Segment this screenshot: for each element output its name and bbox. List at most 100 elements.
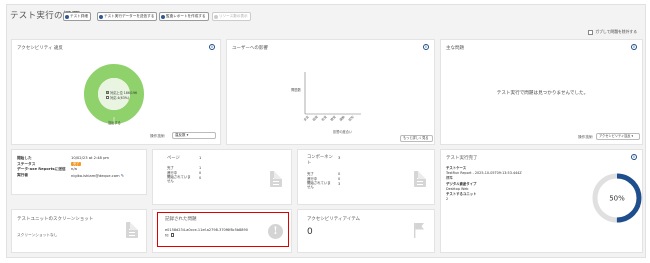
doc-line xyxy=(273,184,279,185)
show-resources-label: リソース数の表示 xyxy=(219,14,248,18)
create-audit-report-label: 監査レポートを作成する xyxy=(166,14,206,18)
send-icon xyxy=(99,14,103,19)
doc-line xyxy=(129,232,135,233)
asset-type-key: デジタル資産タイプ xyxy=(446,181,477,186)
flag-pole xyxy=(414,223,416,238)
pages-card: ページ 1 完了 進行中 開始されていません 1 0 0 xyxy=(152,149,292,205)
legend-swatch xyxy=(106,91,109,94)
doc-line xyxy=(417,178,423,179)
units-key: テストするユニット xyxy=(446,192,477,197)
card-title: アクセシビリティ 違反 xyxy=(17,46,63,51)
units-value: 2 xyxy=(446,197,449,202)
x-tick-label: 弱視 xyxy=(311,114,319,122)
sent-to-axe-key: データ-axe Reportsに送信 xyxy=(17,167,66,171)
components-breakdown-values: 0 0 3 xyxy=(338,172,340,188)
info-icon[interactable]: i xyxy=(631,154,637,160)
progress-ring-chart: 50% xyxy=(592,173,642,223)
run-by-value: nigiko.ishiam@deque.com xyxy=(71,173,120,178)
testcase-key: テストケース xyxy=(446,166,467,170)
info-icon[interactable]: i xyxy=(631,44,637,50)
components-title: コンポーネント xyxy=(307,155,333,166)
run-by-key: 実行者 xyxy=(17,172,29,177)
show-resources-button[interactable]: リソース数の表示 xyxy=(212,12,251,21)
no-issues-message: テスト実行で問題は見つかりませんでした。 xyxy=(496,91,589,96)
legend-swatch xyxy=(106,95,109,99)
accessibility-violations-card: アクセシビリティ 違反 i 対応上位 186/196 対応 4(63%) 違反す… xyxy=(11,39,221,145)
info-icon xyxy=(65,14,69,19)
legend-text: 対応上位 186/196 xyxy=(110,91,138,95)
x-tick-label: 全盲 xyxy=(302,114,310,122)
card-title: テスト実行完了 xyxy=(446,156,478,161)
screenshots-card: テストユニットのスクリーンショット スクリーンショットなし xyxy=(11,209,147,253)
show-more-button[interactable]: もっと詳しく見る xyxy=(400,135,433,142)
page-document-icon xyxy=(270,171,282,187)
send-test-data-button[interactable]: テスト実行データーを送信する xyxy=(97,12,158,21)
component-document-icon xyxy=(414,171,426,187)
doc-line xyxy=(273,178,279,179)
legend-text: 対応 4(63%) xyxy=(110,95,130,100)
x-tick-label: 聴覚 xyxy=(329,114,337,122)
sort-label: 操作技術 xyxy=(578,135,593,139)
not-started-value: 0 xyxy=(199,176,202,181)
x-tick-label: 運動 xyxy=(338,114,346,122)
x-axis-label: 影響の度合い xyxy=(333,130,353,134)
card-title: テストユニットのスクリーンショット xyxy=(17,217,94,222)
exclude-issues-checkbox[interactable] xyxy=(588,29,594,35)
send-test-data-label: テスト実行データーを送信する xyxy=(104,14,155,18)
not-started-label: 開始されていません xyxy=(167,175,191,184)
progress-percent-text: 50% xyxy=(609,195,625,203)
x-tick-label: 色覚 xyxy=(320,114,328,122)
test-progress-card: テスト実行完了 i テストケース TestRun Report - 2025-1… xyxy=(440,149,643,253)
testcase-value: TestRun Report - 2025-10-05T09:13:53.444… xyxy=(446,171,522,176)
test-details-button[interactable]: テスト詳細 xyxy=(63,12,91,21)
test-run-overview-page: テスト実行の概要 テスト詳細 テスト実行データーを送信する 監査レポートを作成す… xyxy=(6,4,646,258)
pages-breakdown-labels: 完了 進行中 開始されていません xyxy=(167,166,193,184)
doc-line xyxy=(129,229,135,230)
flag-icon xyxy=(414,223,424,238)
pages-title: ページ xyxy=(167,156,180,161)
sort-select[interactable]: 違反数 ▾ xyxy=(172,132,216,139)
started-key: 開始した xyxy=(17,156,32,160)
info-icon[interactable]: i xyxy=(423,44,429,50)
exclude-issues-label: ガブして問題を除外する xyxy=(595,29,637,34)
card-title: 主な問題 xyxy=(446,46,464,51)
components-breakdown-labels: 完了 進行中 開始されていません xyxy=(307,172,333,190)
report-icon xyxy=(161,14,165,19)
key-issues-card: 主な問題 i テスト実行で問題は見つかりませんでした。 操作技術 アクセシビリテ… xyxy=(440,39,643,145)
issue-highlight-box xyxy=(157,212,289,247)
user-impact-card: ユーザーへの影響 i 問題数 全盲 弱視 色覚 聴覚 運動 認知 影響の度合い もっと詳し… xyxy=(226,39,435,145)
components-total: 3 xyxy=(338,156,341,160)
pages-breakdown-values: 1 0 0 xyxy=(199,166,201,182)
resources-icon xyxy=(214,14,218,19)
doc-line xyxy=(273,181,279,182)
not-started-label: 開始されていません xyxy=(307,181,331,190)
edit-pencil-icon[interactable]: ✎ xyxy=(121,173,124,178)
y-axis-label: 問題数 xyxy=(291,88,301,92)
flag-cloth xyxy=(415,223,424,230)
action-items-card: アクセシビリティアイテム 0 xyxy=(297,209,435,253)
card-title: ユーザーへの影響 xyxy=(232,46,268,51)
test-progress-details: テストケース TestRun Report - 2025-10-05T09:13… xyxy=(446,166,522,202)
donut-label: 違反する xyxy=(108,121,121,125)
legend-item: 対応 4(63%) xyxy=(106,95,137,101)
not-started-value: 3 xyxy=(338,182,341,187)
run-info-keys: 開始した ステータス データ-axe Reportsに送信 実行者 xyxy=(17,156,66,178)
doc-line xyxy=(417,184,423,185)
components-card: コンポーネント 3 完了 進行中 開始されていません 0 0 3 xyxy=(297,149,435,205)
doc-line xyxy=(417,181,423,182)
exclude-issues-toggle[interactable]: ガブして問題を除外する xyxy=(588,29,637,35)
pages-total: 1 xyxy=(199,156,202,160)
sort-select[interactable]: アクセシビリティ違反 ▾ xyxy=(596,133,640,140)
x-tick-labels: 全盲 弱視 色覚 聴覚 運動 認知 xyxy=(302,114,355,122)
create-audit-report-button[interactable]: 監査レポートを作成する xyxy=(159,12,209,21)
sort-label: 操作技術 xyxy=(150,134,165,138)
no-screenshots-text: スクリーンショットなし xyxy=(17,233,58,237)
card-title: アクセシビリティアイテム xyxy=(307,217,361,222)
run-info-card: 開始した ステータス データ-axe Reportsに送信 実行者 10/02/… xyxy=(11,149,147,195)
x-tick-label: 認知 xyxy=(347,114,355,122)
action-items-count: 0 xyxy=(307,227,313,237)
donut-legend: 対応上位 186/196 対応 4(63%) xyxy=(106,91,137,100)
info-icon[interactable]: i xyxy=(209,44,215,50)
screenshot-document-icon xyxy=(126,222,138,238)
doc-line xyxy=(129,235,135,236)
